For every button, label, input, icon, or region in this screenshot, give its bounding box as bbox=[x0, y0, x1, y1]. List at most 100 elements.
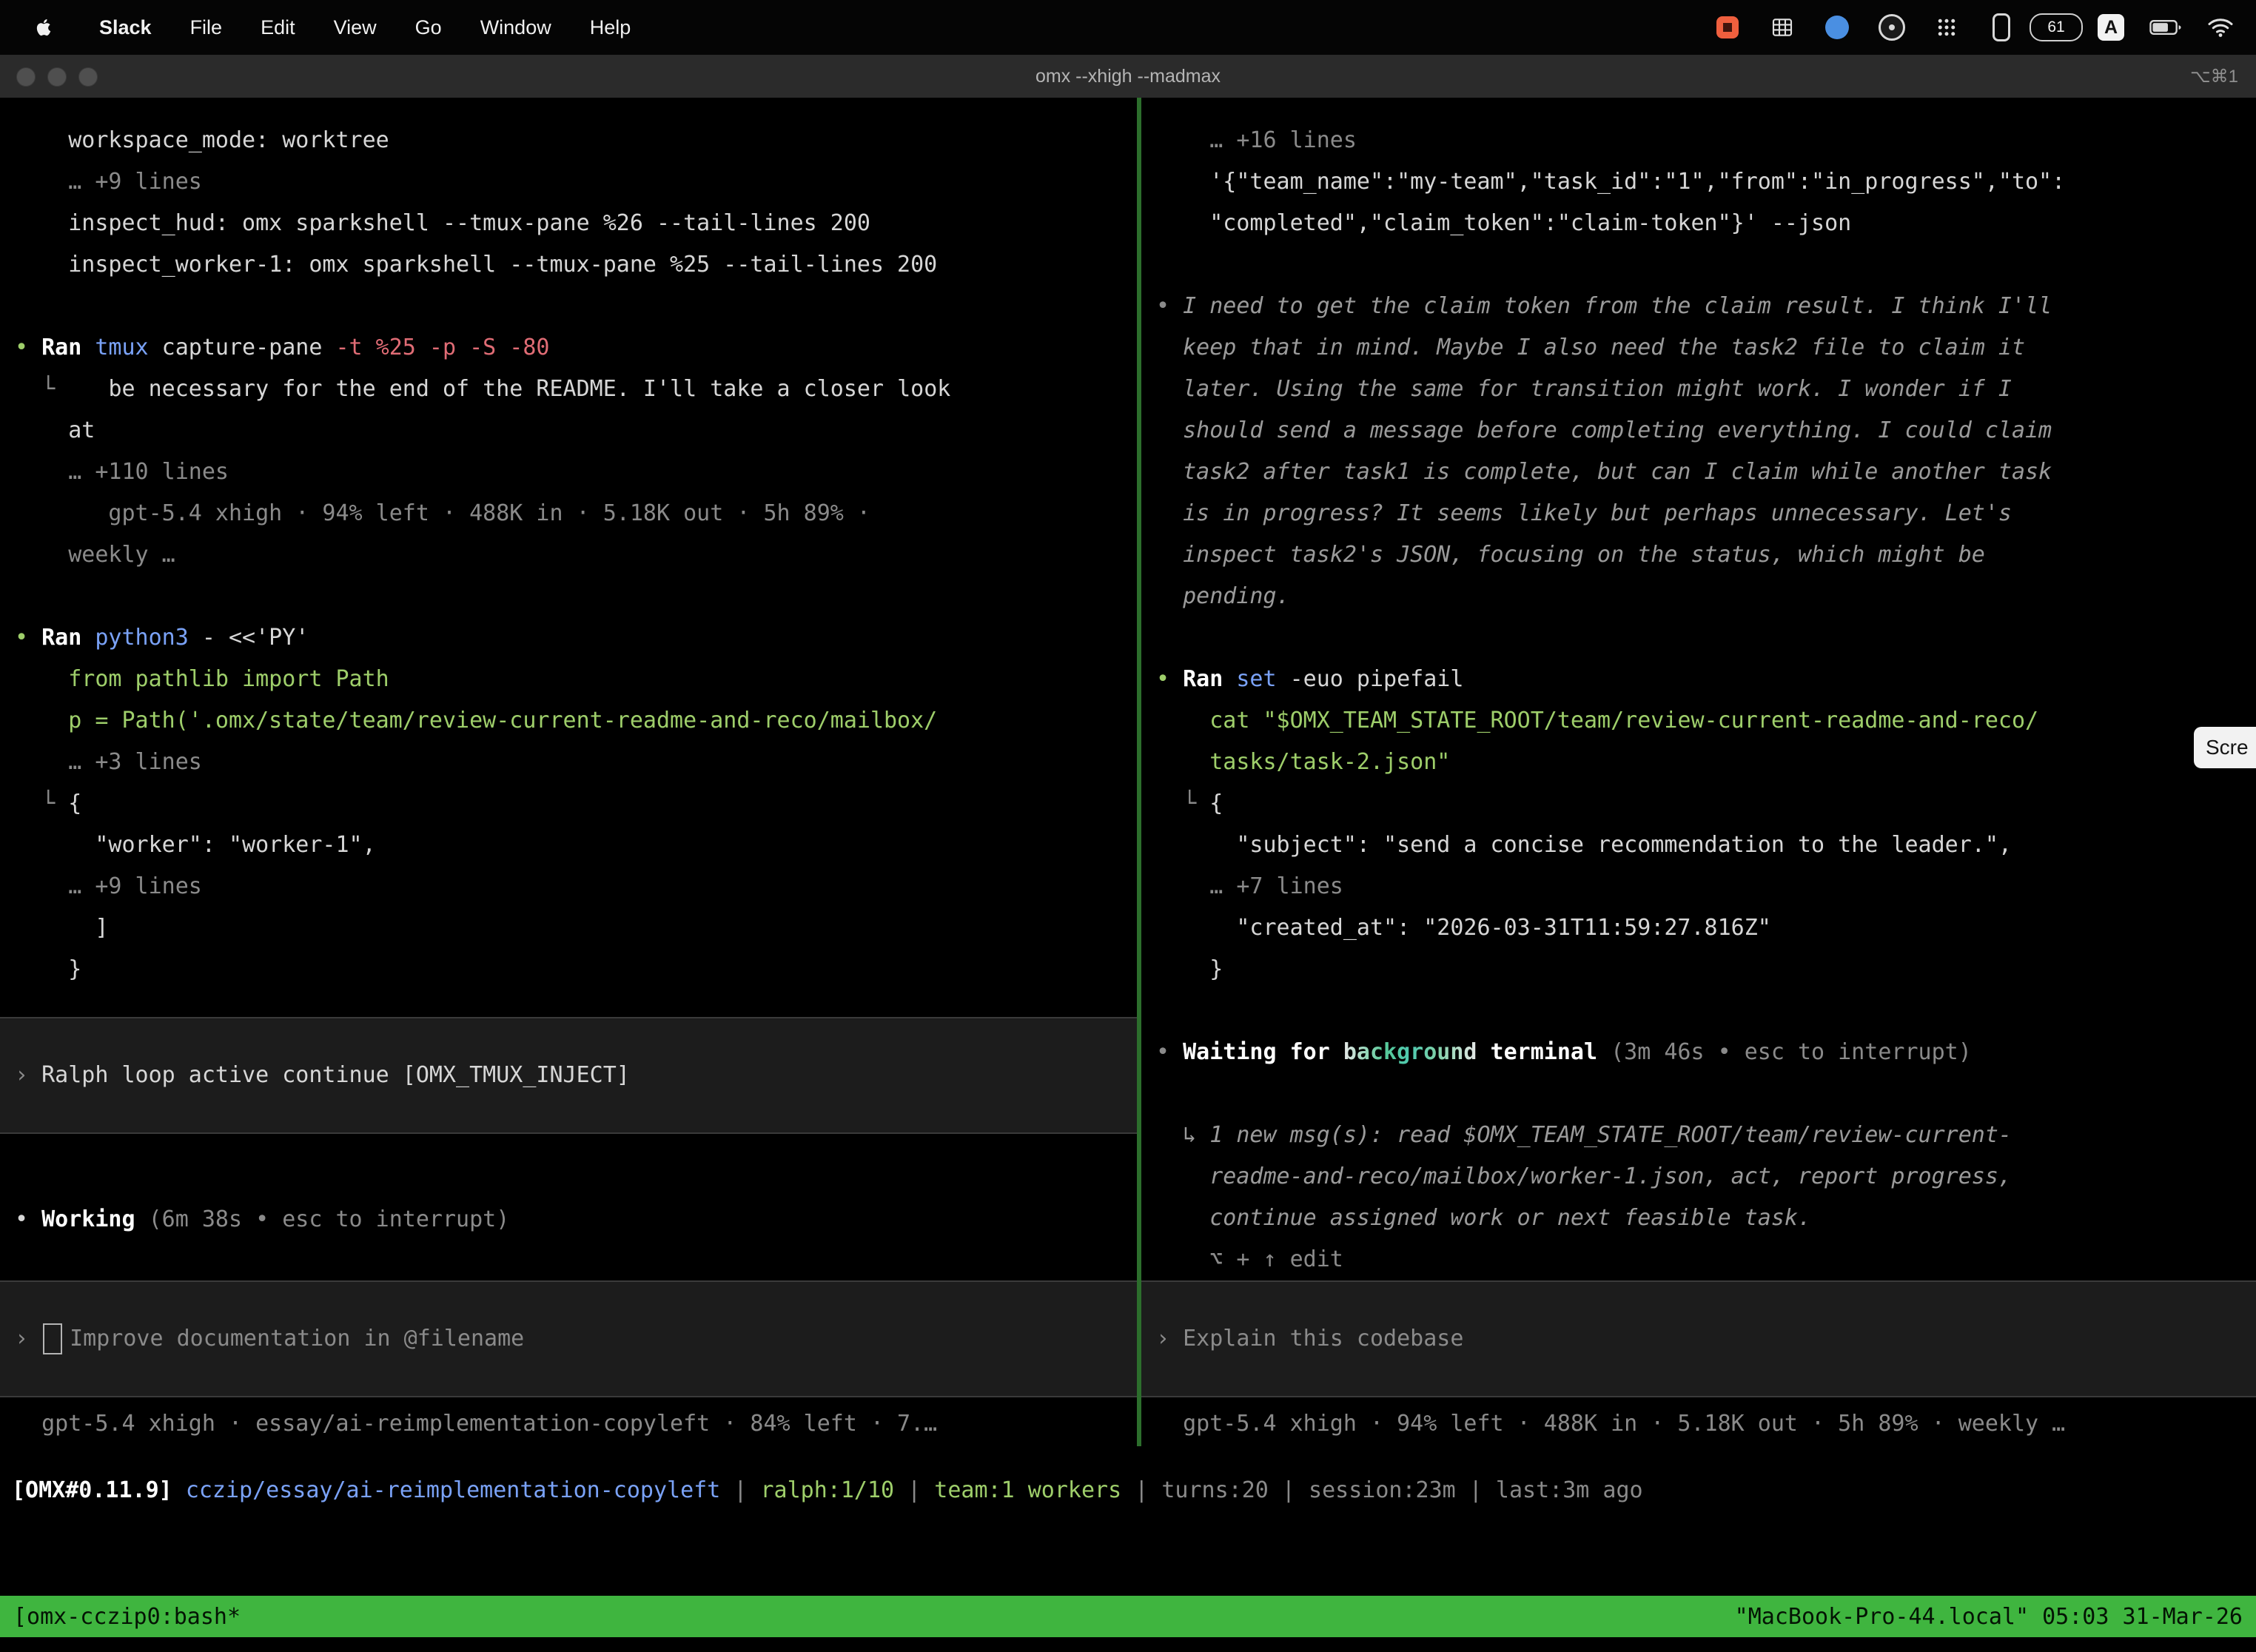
menu-item-help[interactable]: Help bbox=[590, 16, 631, 39]
text-segment: set bbox=[1236, 666, 1276, 692]
text-segment: python3 bbox=[95, 625, 188, 651]
text-segment: at bbox=[15, 417, 95, 443]
text-segment: • bbox=[15, 335, 41, 360]
menu-item-view[interactable]: View bbox=[334, 16, 377, 39]
prompt-input-band[interactable]: › Improve documentation in @filename bbox=[0, 1280, 1137, 1397]
text-segment: › bbox=[15, 1055, 41, 1096]
terminal-line: cat "$OMX_TEAM_STATE_ROOT/team/review-cu… bbox=[1156, 700, 2256, 742]
grid-icon[interactable] bbox=[1766, 11, 1799, 44]
terminal-line: • Ran tmux capture-pane -t %25 -p -S -80 bbox=[15, 327, 1137, 369]
terminal-line: } bbox=[1156, 949, 2256, 990]
text-segment: Improve documentation in @filename bbox=[70, 1318, 524, 1360]
terminal-line: from pathlib import Path bbox=[15, 659, 1137, 700]
left-pane[interactable]: workspace_mode: worktree … +9 lines insp… bbox=[0, 98, 1137, 1446]
text-segment: } bbox=[15, 956, 81, 982]
tmux-host-clock: "MacBook-Pro-44.local" 05:03 31-Mar-26 bbox=[1735, 1604, 2243, 1630]
terminal-line: • Ran python3 - <<'PY' bbox=[15, 617, 1137, 659]
text-segment: } bbox=[1156, 956, 1223, 982]
battery-icon[interactable] bbox=[2149, 11, 2182, 44]
menu-item-file[interactable]: File bbox=[190, 16, 223, 39]
terminal-line: "subject": "send a concise recommendatio… bbox=[1156, 825, 2256, 866]
terminal-line: '{"team_name":"my-team","task_id":"1","f… bbox=[1156, 161, 2256, 203]
text-segment: ] bbox=[15, 915, 108, 941]
terminal-line: "created_at": "2026-03-31T11:59:27.816Z" bbox=[1156, 907, 2256, 949]
text-segment: … +7 lines bbox=[1156, 873, 1343, 899]
text-segment: … +110 lines bbox=[15, 459, 229, 485]
text-segment: "created_at": "2026-03-31T11:59:27.816Z" bbox=[1156, 915, 1771, 941]
disc-icon[interactable] bbox=[1876, 11, 1908, 44]
blue-app-icon[interactable] bbox=[1821, 11, 1853, 44]
terminal-line: weekly … bbox=[15, 534, 1137, 576]
terminal-line: p = Path('.omx/state/team/review-current… bbox=[15, 700, 1137, 742]
text-segment: should send a message before completing … bbox=[1156, 417, 2052, 443]
text-segment: later. Using the same for transition mig… bbox=[1156, 376, 2012, 402]
text-segment: terminal bbox=[1477, 1039, 1611, 1065]
terminal-line: └ be necessary for the end of the README… bbox=[15, 369, 1137, 410]
text-segment: Waiting for bbox=[1183, 1039, 1343, 1065]
device-pill bbox=[1993, 13, 2010, 41]
terminal-line: continue assigned work or next feasible … bbox=[1156, 1198, 2256, 1239]
suggestion-band[interactable]: › Explain this codebase bbox=[1141, 1280, 2256, 1397]
apple-menu-icon[interactable] bbox=[28, 11, 61, 44]
terminal-line: readme-and-reco/mailbox/worker-1.json, a… bbox=[1156, 1156, 2256, 1198]
menu-bar-left: Slack File Edit View Go Window Help bbox=[0, 11, 631, 44]
text-segment: | bbox=[720, 1477, 760, 1503]
text-segment: … +9 lines bbox=[15, 873, 202, 899]
terminal-line: [OMX#0.11.9] cczip/essay/ai-reimplementa… bbox=[12, 1470, 2256, 1511]
terminal-line: ] bbox=[15, 907, 1137, 949]
text-segment: Working bbox=[41, 1206, 149, 1232]
text-segment: "subject": "send a concise recommendatio… bbox=[1156, 832, 2012, 858]
terminal-line: "worker": "worker-1", bbox=[15, 825, 1137, 866]
text-segment: { bbox=[68, 790, 81, 816]
menu-app-name[interactable]: Slack bbox=[99, 16, 152, 39]
battery-percent-badge: 61 bbox=[2030, 13, 2083, 41]
text-segment: last:3m ago bbox=[1496, 1477, 1643, 1503]
terminal-line: ↳ 1 new msg(s): read $OMX_TEAM_STATE_ROO… bbox=[1156, 1115, 2256, 1156]
text-segment: › bbox=[15, 1318, 41, 1360]
terminal-line: keep that in mind. Maybe I also need the… bbox=[1156, 327, 2256, 369]
title-bar: omx --xhigh --madmax ⌥⌘1 bbox=[0, 55, 2256, 98]
text-segment: ralph:1/10 bbox=[760, 1477, 894, 1503]
right-pane[interactable]: … +16 lines '{"team_name":"my-team","tas… bbox=[1141, 98, 2256, 1446]
text-segment: … +16 lines bbox=[1156, 127, 1357, 153]
terminal-line: … +110 lines bbox=[15, 451, 1137, 493]
blank-line bbox=[1156, 990, 2256, 1032]
text-segment: Explain this codebase bbox=[1183, 1318, 1463, 1360]
blank-line bbox=[1156, 244, 2256, 286]
menu-item-window[interactable]: Window bbox=[480, 16, 551, 39]
text-segment: { bbox=[1209, 790, 1223, 816]
text-segment: cczip/essay/ai-reimplementation-copyleft bbox=[186, 1477, 720, 1503]
dots-grid-icon[interactable] bbox=[1930, 11, 1963, 44]
wifi-icon[interactable] bbox=[2204, 11, 2237, 44]
terminal-line: … +9 lines bbox=[15, 866, 1137, 907]
tmux-session-label: [omx-cczip0:bash* bbox=[13, 1604, 241, 1630]
terminal-line: at bbox=[15, 410, 1137, 451]
text-segment: | bbox=[894, 1477, 934, 1503]
text-segment: I need to get the claim token from the c… bbox=[1183, 293, 2052, 319]
text-segment: | bbox=[1269, 1477, 1309, 1503]
terminal-line: └ { bbox=[1156, 783, 2256, 825]
text-segment: "completed","claim_token":"claim-token"}… bbox=[1156, 210, 1851, 236]
battery-percent-icon[interactable]: 61 bbox=[2040, 11, 2072, 44]
ralph-loop-band[interactable]: › Ralph loop active continue [OMX_TMUX_I… bbox=[0, 1017, 1137, 1134]
terminal-line: ⌥ + ↑ edit bbox=[1156, 1239, 2256, 1280]
device-icon[interactable] bbox=[1985, 11, 2018, 44]
blank-line bbox=[1156, 617, 2256, 659]
tmux-status-bar: [omx-cczip0:bash* "MacBook-Pro-44.local"… bbox=[0, 1596, 2256, 1637]
text-segment: inspect task2's JSON, focusing on the st… bbox=[1156, 542, 1985, 568]
text-segment: ↳ 1 new msg(s): read $OMX_TEAM_STATE_ROO… bbox=[1156, 1122, 2012, 1148]
text-segment: [OMX#0.11.9] bbox=[12, 1477, 186, 1503]
menu-item-go[interactable]: Go bbox=[415, 16, 442, 39]
text-segment: Ralph loop active continue [OMX_TMUX_INJ… bbox=[41, 1055, 630, 1096]
blank-line bbox=[1156, 1073, 2256, 1115]
disc-shape bbox=[1879, 14, 1905, 41]
terminal-line: "completed","claim_token":"claim-token"}… bbox=[1156, 203, 2256, 244]
terminal-line: should send a message before completing … bbox=[1156, 410, 2256, 451]
screen-recording-stop-icon[interactable] bbox=[1711, 11, 1744, 44]
text-segment: weekly … bbox=[15, 542, 175, 568]
text-segment: capture-pane bbox=[149, 335, 336, 360]
menu-item-edit[interactable]: Edit bbox=[261, 16, 295, 39]
terminal-line: task2 after task1 is complete, but can I… bbox=[1156, 451, 2256, 493]
input-source-icon[interactable]: A bbox=[2095, 11, 2127, 44]
text-segment: └ bbox=[1156, 790, 1209, 816]
